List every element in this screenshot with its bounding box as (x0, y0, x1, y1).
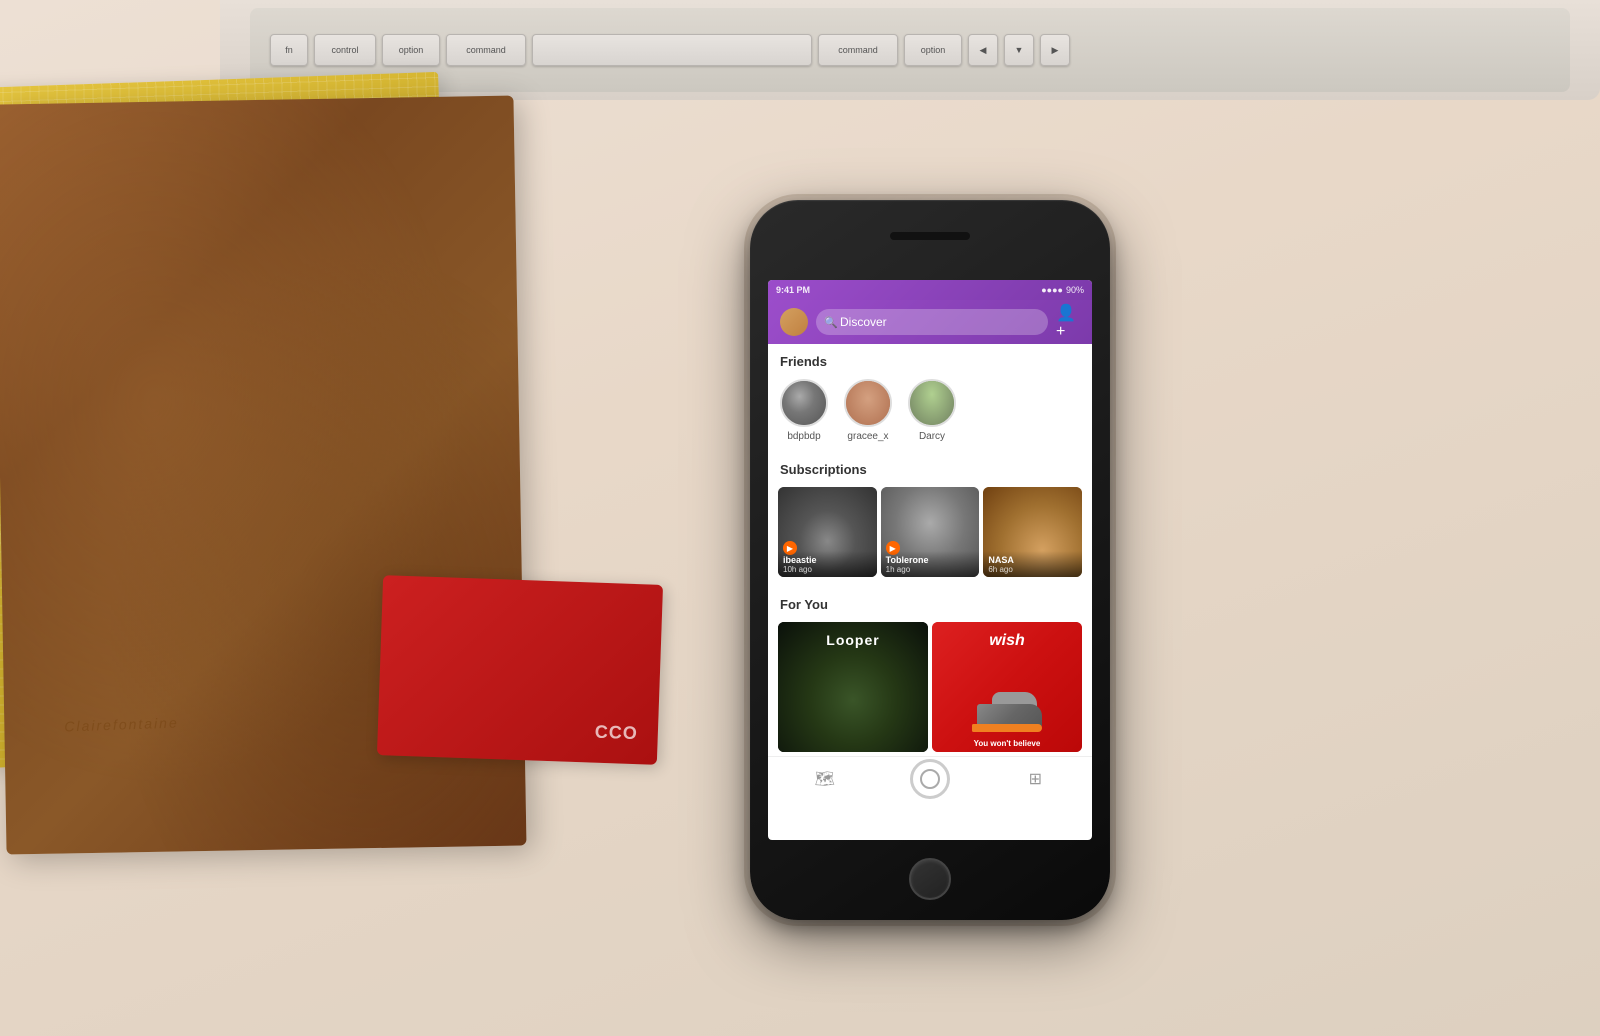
app-header: 🔍 Discover 👤+ (768, 300, 1092, 344)
phone-home-button[interactable] (909, 858, 951, 900)
sub-card-toblerone-name: Toblerone (886, 555, 975, 565)
key-space[interactable] (532, 34, 812, 66)
friend-item-gracee[interactable]: gracee_x (844, 379, 892, 442)
sub-card-toblerone-overlay: Toblerone 1h ago (881, 551, 980, 577)
nav-icon-map[interactable]: 🗺 (813, 767, 837, 791)
subscriptions-section-title: Subscriptions (768, 452, 1092, 483)
sub-card-toblerone[interactable]: ▶ Toblerone 1h ago (881, 487, 980, 577)
friend-name-bdpbdp: bdpbdp (787, 431, 820, 442)
friends-section-title: Friends (768, 344, 1092, 375)
foryou-section-title: For You (768, 587, 1092, 618)
foryou-card-wish[interactable]: wish You won't believe (932, 622, 1082, 752)
signal-icon: ●●●● (1041, 285, 1063, 295)
camera-button[interactable] (910, 759, 950, 799)
phone-screen[interactable]: 9:41 PM ●●●● 90% 🔍 Discover 👤+ Friends (768, 280, 1092, 840)
battery-icon: 90% (1066, 285, 1084, 295)
sub-card-toblerone-time: 1h ago (886, 565, 975, 574)
shoe-shape (972, 692, 1042, 732)
foryou-looper-title: Looper (778, 632, 928, 648)
sub-card-nasa-time: 6h ago (988, 565, 1077, 574)
sub-card-nasa-name: NASA (988, 555, 1077, 565)
foryou-wish-title: wish (932, 632, 1082, 650)
app-bottom-nav: 🗺 ⊞ (768, 756, 1092, 800)
add-friend-button[interactable]: 👤+ (1056, 310, 1080, 334)
friend-avatar-bdpbdp (780, 379, 828, 427)
friend-name-darcy: Darcy (919, 431, 945, 442)
friend-item-darcy[interactable]: Darcy (908, 379, 956, 442)
shoe-sole (972, 724, 1042, 732)
red-card-text: CCO (595, 722, 639, 744)
app-content: Friends bdpbdp gracee_x Darcy (768, 344, 1092, 800)
key-option-right[interactable]: option (904, 34, 962, 66)
subscriptions-row: ▶ ibeastie 10h ago ▶ Toblerone 1h ago (768, 483, 1092, 587)
friend-item-bdpbdp[interactable]: bdpbdp (780, 379, 828, 442)
key-arrow-left[interactable]: ◀ (968, 34, 998, 66)
sub-card-ibeastie-time: 10h ago (783, 565, 872, 574)
for-you-row: Looper wish You won't believe (768, 618, 1092, 756)
search-icon: 🔍 (824, 316, 836, 328)
search-bar[interactable]: 🔍 Discover (816, 309, 1048, 335)
nav-icon-grid[interactable]: ⊞ (1023, 767, 1047, 791)
sub-card-nasa-overlay: NASA 6h ago (983, 551, 1082, 577)
sub-card-ibeastie-name: ibeastie (783, 555, 872, 565)
sub-card-nasa[interactable]: NASA 6h ago (983, 487, 1082, 577)
keyboard-inner: fn control option command command option… (250, 8, 1570, 92)
key-command-left[interactable]: command (446, 34, 526, 66)
phone-body: 9:41 PM ●●●● 90% 🔍 Discover 👤+ Friends (750, 200, 1110, 920)
status-icons: ●●●● 90% (1041, 285, 1084, 295)
key-arrow-down[interactable]: ▼ (1004, 34, 1034, 66)
user-avatar[interactable] (780, 308, 808, 336)
foryou-wish-caption: You won't believe (932, 739, 1082, 748)
key-fn[interactable]: fn (270, 34, 308, 66)
sub-card-ibeastie-overlay: ibeastie 10h ago (778, 551, 877, 577)
foryou-wish-shoe (972, 692, 1042, 732)
status-time: 9:41 PM (776, 285, 810, 295)
foryou-card-looper[interactable]: Looper (778, 622, 928, 752)
key-command-right[interactable]: command (818, 34, 898, 66)
camera-inner (920, 769, 940, 789)
friend-name-gracee: gracee_x (847, 431, 888, 442)
key-control[interactable]: control (314, 34, 376, 66)
friends-row: bdpbdp gracee_x Darcy (768, 375, 1092, 452)
status-bar: 9:41 PM ●●●● 90% (768, 280, 1092, 300)
key-option-left[interactable]: option (382, 34, 440, 66)
red-card: CCO (377, 575, 663, 765)
key-arrow-right[interactable]: ▶ (1040, 34, 1070, 66)
search-label: Discover (840, 315, 887, 329)
phone-container: 9:41 PM ●●●● 90% 🔍 Discover 👤+ Friends (750, 200, 1110, 920)
sub-card-ibeastie[interactable]: ▶ ibeastie 10h ago (778, 487, 877, 577)
phone-speaker (890, 232, 970, 240)
friend-avatar-gracee (844, 379, 892, 427)
friend-avatar-darcy (908, 379, 956, 427)
